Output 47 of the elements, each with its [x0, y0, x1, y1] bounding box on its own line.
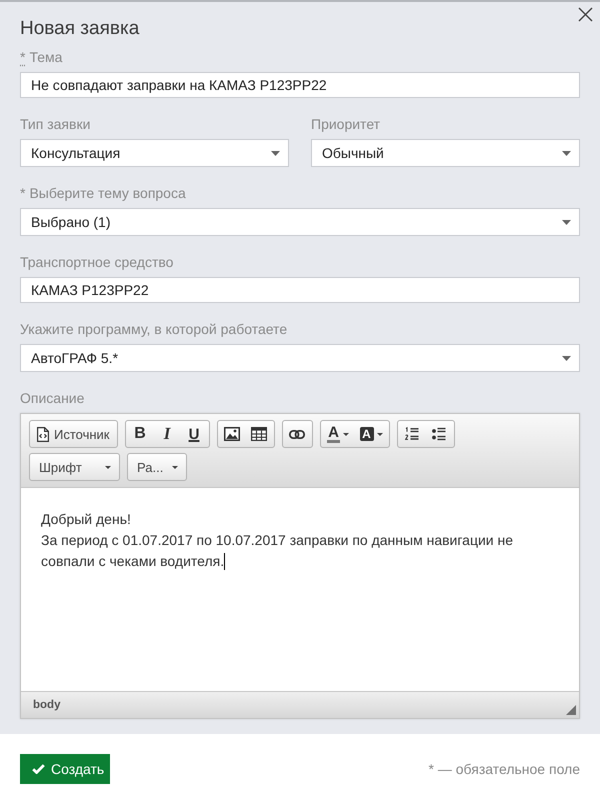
text-input[interactable]: КАМАЗ Р123РР22 — [20, 277, 580, 303]
field-label: Приоритет — [311, 116, 380, 132]
caret-icon — [562, 356, 571, 360]
select-field[interactable]: Выбрано (1) — [20, 208, 580, 236]
caret-icon — [342, 432, 349, 436]
dialog-title: Новая заявка — [20, 17, 140, 41]
element-path[interactable]: body — [33, 699, 60, 711]
numbered-list-icon — [405, 427, 419, 441]
background-color-button[interactable]: A — [354, 421, 388, 447]
select-field[interactable]: АвтоГРАФ 5.* — [20, 344, 580, 372]
underline-button[interactable]: U — [180, 421, 208, 447]
paragraph-text: Добрый день! — [41, 511, 131, 527]
text-input[interactable]: Не совпадают заправки на КАМАЗ Р123РР22 — [20, 72, 580, 98]
code-file-icon — [37, 426, 49, 442]
bold-button[interactable]: B — [126, 421, 154, 447]
field-label: Описание — [20, 390, 84, 406]
field-label: Транспортное средство — [20, 254, 174, 270]
text-area[interactable]: Добрый день! За период с 01.07.2017 по 10.07.2017 заправки по данным навигации не совпали с чеками водителя. — [21, 488, 579, 691]
font-size-dropdown[interactable]: Ра... — [127, 453, 187, 481]
required-note: * — обязательное поле — [428, 761, 580, 777]
required-mark: * — [20, 185, 26, 201]
check-icon — [32, 764, 45, 774]
image-icon — [224, 427, 240, 441]
source-button[interactable]: Источник — [31, 421, 116, 447]
italic-button[interactable]: I — [154, 421, 180, 447]
font-dropdown[interactable]: Шрифт — [29, 453, 120, 481]
text-color-button[interactable]: A — [322, 421, 354, 447]
caret-icon — [271, 150, 280, 156]
bulleted-list-icon — [432, 427, 446, 441]
caret-icon — [562, 220, 571, 224]
table-icon — [251, 427, 267, 441]
resize-handle-icon[interactable] — [566, 705, 576, 715]
create-button[interactable]: Создать — [20, 754, 110, 784]
caret-icon — [562, 150, 571, 156]
field-label: Тема — [29, 49, 62, 65]
close-icon[interactable] — [578, 7, 593, 22]
caret-icon — [376, 432, 382, 436]
link-icon — [289, 430, 305, 438]
caret-icon — [172, 466, 178, 468]
select-field[interactable]: Обычный — [311, 139, 580, 167]
paragraph-text: За период с 01.07.2017 по 10.07.2017 заправки по данным навигации не совпали с чеками водителя. — [41, 532, 514, 569]
field-label: Выберите тему вопроса — [29, 185, 186, 201]
required-mark: * — [20, 49, 26, 65]
select-field[interactable]: Консультация — [20, 139, 289, 167]
field-label: Укажите программу, в которой работаете — [20, 321, 288, 337]
caret-icon — [105, 466, 111, 468]
field-label: Тип заявки — [20, 116, 90, 132]
